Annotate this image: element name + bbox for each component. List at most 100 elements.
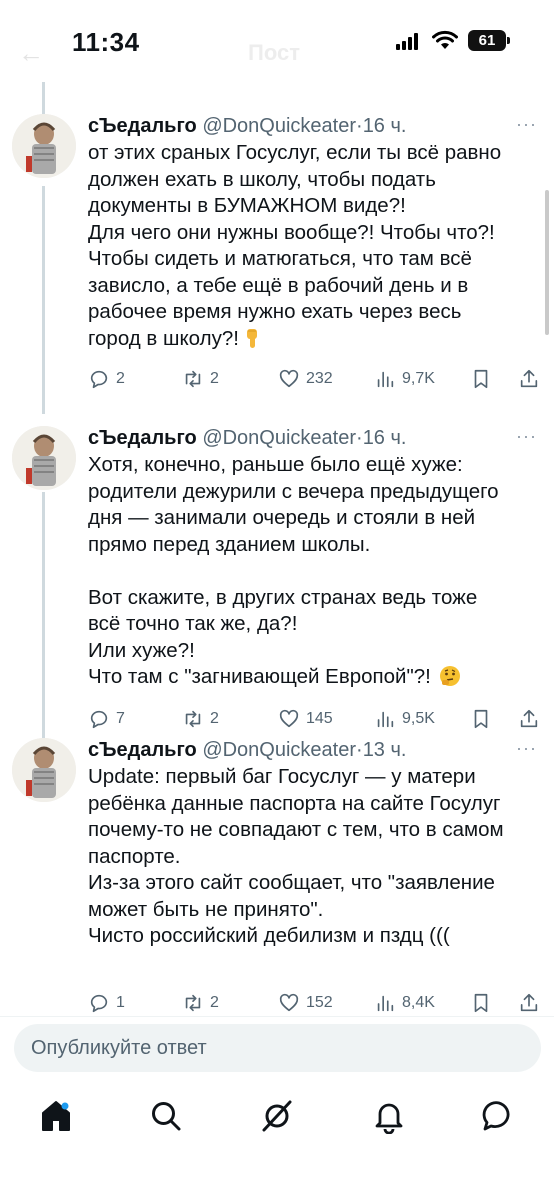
tweet-header: сЪедальго @DonQuickeater·13 ч. bbox=[88, 736, 406, 764]
avatar[interactable] bbox=[12, 738, 76, 802]
nav-home[interactable] bbox=[38, 1098, 74, 1134]
repost-button[interactable]: 2 bbox=[182, 990, 219, 1016]
tweet-header: сЪедальго @DonQuickeater·16 ч. bbox=[88, 424, 406, 452]
tweet-line: рабочее время нужно ехать через весь bbox=[88, 300, 462, 323]
bookmark-icon bbox=[474, 369, 488, 389]
wifi-icon bbox=[432, 30, 458, 49]
thinking-face-icon bbox=[439, 666, 460, 686]
bookmark-button[interactable] bbox=[470, 990, 492, 1016]
tweet-line: ребёнка данные паспорта на сайте Госулуг bbox=[88, 791, 501, 815]
views-count: 9,7K bbox=[402, 370, 435, 387]
tweet-actions: 2 2 232 9,7K bbox=[88, 366, 548, 392]
share-button[interactable] bbox=[518, 366, 540, 392]
repost-button[interactable]: 2 bbox=[182, 706, 219, 732]
like-count: 145 bbox=[306, 710, 333, 727]
tweet-actions: 7 2 145 9,5K bbox=[88, 706, 548, 732]
repost-count: 2 bbox=[210, 994, 219, 1011]
thread-line bbox=[42, 82, 45, 114]
share-button[interactable] bbox=[518, 706, 540, 732]
more-options-icon[interactable]: ··· bbox=[516, 114, 537, 135]
author-name[interactable]: сЪедальго bbox=[88, 427, 197, 449]
repost-icon bbox=[185, 994, 201, 1012]
heart-icon bbox=[279, 993, 299, 1012]
views-icon bbox=[377, 711, 394, 728]
bookmark-button[interactable] bbox=[470, 706, 492, 732]
more-options-icon[interactable]: ··· bbox=[516, 738, 537, 759]
nav-messages[interactable] bbox=[481, 1098, 517, 1134]
more-options-icon[interactable]: ··· bbox=[516, 426, 537, 447]
repost-count: 2 bbox=[210, 370, 219, 387]
views-button[interactable]: 8,4K bbox=[374, 990, 435, 1016]
share-icon bbox=[520, 709, 538, 728]
tweet-line: Для чего они нужны вообще?! Чтобы что?! bbox=[88, 220, 495, 244]
reply-count: 2 bbox=[116, 370, 125, 387]
author-name[interactable]: сЪедальго bbox=[88, 739, 197, 761]
reply-count: 1 bbox=[116, 994, 125, 1011]
tweet-header: сЪедальго @DonQuickeater·16 ч. bbox=[88, 112, 406, 140]
reply-input[interactable]: Опубликуйте ответ bbox=[14, 1024, 541, 1072]
notifications-icon bbox=[375, 1103, 403, 1135]
grok-icon bbox=[262, 1100, 292, 1132]
like-button[interactable]: 145 bbox=[278, 706, 333, 732]
repost-button[interactable]: 2 bbox=[182, 366, 219, 392]
back-arrow-icon[interactable]: ← bbox=[18, 38, 44, 69]
bookmark-icon bbox=[474, 993, 488, 1013]
nav-notifications[interactable] bbox=[371, 1098, 407, 1135]
avatar[interactable] bbox=[12, 426, 76, 490]
tweet[interactable]: сЪедальго @DonQuickeater·16 ч. ··· от эт… bbox=[0, 112, 554, 402]
tweet-line: зависло, а тебе ещё в рабочий день и в bbox=[88, 273, 469, 297]
tweet-time[interactable]: 16 ч. bbox=[363, 427, 407, 449]
heart-icon bbox=[279, 709, 299, 728]
divider bbox=[0, 1016, 554, 1017]
tweet-text: Update: первый баг Госуслуг — у матери р… bbox=[88, 764, 540, 950]
tweet-line: Хотя, конечно, раньше было ещё хуже: bbox=[88, 453, 463, 476]
tweet-line: Из-за этого сайт сообщает, что "заявлени… bbox=[88, 871, 495, 894]
tweet-time[interactable]: 13 ч. bbox=[363, 739, 407, 761]
tweet-line: Что там с "загнивающей Европой"?! bbox=[88, 665, 431, 688]
bookmark-button[interactable] bbox=[470, 366, 492, 392]
bookmark-icon bbox=[474, 709, 488, 729]
share-icon bbox=[520, 369, 538, 388]
views-count: 9,5K bbox=[402, 710, 435, 727]
nav-search[interactable] bbox=[148, 1098, 184, 1134]
avatar[interactable] bbox=[12, 114, 76, 178]
reply-button[interactable]: 2 bbox=[88, 366, 125, 392]
tweet-time[interactable]: 16 ч. bbox=[363, 115, 407, 137]
reply-placeholder: Опубликуйте ответ bbox=[31, 1037, 207, 1059]
author-handle[interactable]: @DonQuickeater bbox=[202, 739, 356, 761]
heart-icon bbox=[279, 369, 299, 388]
tweet-line: Или хуже?! bbox=[88, 638, 195, 662]
repost-count: 2 bbox=[210, 710, 219, 727]
tweet-line: прямо перед зданием школы. bbox=[88, 532, 371, 556]
reply-icon bbox=[90, 710, 108, 729]
pointing-down-hand-icon bbox=[246, 328, 257, 348]
tweet[interactable]: сЪедальго @DonQuickeater·16 ч. ··· Хотя,… bbox=[0, 424, 554, 734]
search-icon bbox=[152, 1102, 181, 1131]
tweet-line: от этих сраных Госуслуг, если ты всё рав… bbox=[88, 141, 502, 164]
author-handle[interactable]: @DonQuickeater bbox=[202, 115, 356, 137]
tweet-line: город в школу?! bbox=[88, 326, 239, 350]
author-name[interactable]: сЪедальго bbox=[88, 115, 197, 137]
tweet-line: почему-то не совпадают с тем, что в само… bbox=[88, 818, 504, 841]
share-button[interactable] bbox=[518, 990, 540, 1016]
views-button[interactable]: 9,5K bbox=[374, 706, 435, 732]
tweet-text: от этих сраных Госуслуг, если ты всё рав… bbox=[88, 140, 540, 352]
like-count: 152 bbox=[306, 994, 333, 1011]
nav-grok[interactable] bbox=[259, 1098, 295, 1134]
views-icon bbox=[377, 995, 394, 1012]
tweet-line: должен ехать в школу, чтобы подать bbox=[88, 167, 436, 191]
tweet-line: родители дежурили с вечера предыдущего bbox=[88, 479, 499, 503]
tweet-line: Чтобы сидеть и матюгаться, что там всё bbox=[88, 247, 472, 270]
like-button[interactable]: 232 bbox=[278, 366, 333, 392]
tweet-line: может быть не принято". bbox=[88, 897, 324, 921]
reply-button[interactable]: 1 bbox=[88, 990, 125, 1016]
like-button[interactable]: 152 bbox=[278, 990, 333, 1016]
cellular-signal-icon bbox=[396, 32, 422, 50]
tweet-line: документы в БУМАЖНОМ виде?! bbox=[88, 194, 406, 217]
author-handle[interactable]: @DonQuickeater bbox=[202, 427, 356, 449]
tweet[interactable]: сЪедальго @DonQuickeater·13 ч. ··· Updat… bbox=[0, 736, 554, 1016]
status-bar: ← 11:34 Пост 61 bbox=[0, 0, 554, 80]
views-button[interactable]: 9,7K bbox=[374, 366, 435, 392]
reply-button[interactable]: 7 bbox=[88, 706, 125, 732]
tweet-line: всё точно так же, да?! bbox=[88, 612, 298, 635]
